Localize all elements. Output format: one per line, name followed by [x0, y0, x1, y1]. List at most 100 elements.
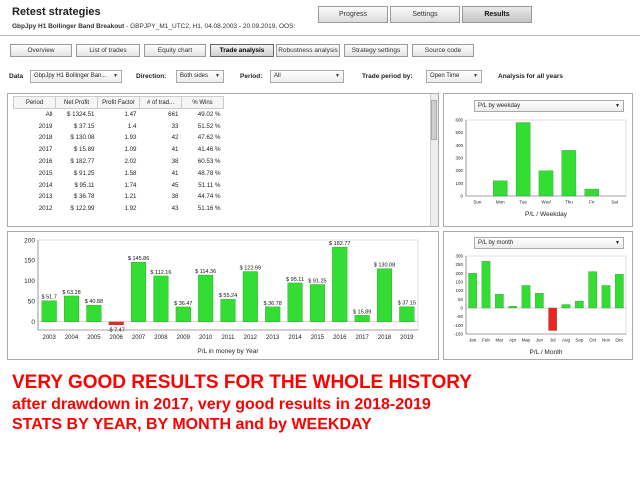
- period-select[interactable]: All ▼: [270, 70, 344, 83]
- table-cell: 2016: [38, 158, 53, 166]
- bar-Dec: [615, 274, 624, 309]
- year-chart-panel: 0 50 100 150 200 2003 $ 51.7 2004 $ 63.28 2005 $ 4…: [7, 231, 439, 360]
- table-row[interactable]: 2018 $ 130.08 1.93 42 47.62 %: [14, 132, 224, 144]
- y-tick-label: 400: [455, 143, 463, 148]
- data-label: $ 51.7: [42, 295, 57, 301]
- data-label: $ 55.24: [219, 293, 237, 299]
- table-cell: $ 122.99: [70, 205, 95, 213]
- x-tick-label: 2014: [288, 335, 302, 341]
- x-tick-label: Jun: [536, 338, 544, 343]
- year-table-panel: Period Net Profit Profit Factor # of tra…: [7, 93, 439, 227]
- period-select-value: All: [274, 73, 281, 79]
- table-cell: 45: [171, 181, 179, 189]
- subtab-trade-analysis[interactable]: Trade analysis: [210, 44, 274, 57]
- data-label: $ 95.11: [286, 277, 304, 283]
- table-cell: 51.16 %: [197, 205, 221, 213]
- x-tick-label: Mon: [496, 200, 505, 205]
- subtab-equity-chart[interactable]: Equity chart: [144, 44, 206, 57]
- subtab-robustness-analysis[interactable]: Robustness analysis: [276, 44, 340, 57]
- column-header[interactable]: Period: [13, 96, 56, 109]
- chevron-down-icon: ▼: [615, 240, 620, 246]
- bar-2008: [153, 275, 169, 322]
- month-chart-select[interactable]: P/L by month ▼: [474, 237, 624, 249]
- data-label: $ 36.47: [174, 301, 192, 307]
- weekday-chart-panel: P/L by weekday ▼ 0 100 200 300 400 500 600 Sun Mo…: [443, 93, 633, 227]
- x-tick-label: 2010: [199, 335, 213, 341]
- data-label: $ 63.28: [62, 290, 80, 296]
- data-label: $ 130.08: [374, 263, 395, 269]
- x-tick-label: 2018: [378, 335, 392, 341]
- data-label: $ 15.89: [353, 309, 371, 315]
- column-header[interactable]: Net Profit: [55, 96, 98, 109]
- table-row[interactable]: 2016 $ 182.77 2.02 38 60.53 %: [14, 156, 224, 168]
- table-cell: $ 130.08: [70, 134, 95, 142]
- year-chart: 0 50 100 150 200 2003 $ 51.7 2004 $ 63.28 2005 $ 4…: [24, 237, 419, 355]
- trade-period-select-value: Open Time: [430, 73, 460, 79]
- subtab-overview[interactable]: Overview: [10, 44, 72, 57]
- table-cell: 41.46 %: [197, 146, 221, 154]
- column-header[interactable]: Profit Factor: [97, 96, 140, 109]
- year-stats-table: Period Net Profit Profit Factor # of tra…: [13, 96, 224, 215]
- table-cell: 41: [171, 146, 179, 154]
- chart-title: P/L in money by Year: [197, 348, 259, 355]
- y-tick-label: 50: [458, 297, 464, 302]
- subtab-strategy-settings[interactable]: Strategy settings: [344, 44, 408, 57]
- table-row[interactable]: 2017 $ 15.89 1.09 41 41.46 %: [14, 144, 224, 156]
- bar-2011: [220, 299, 236, 322]
- table-row[interactable]: 2013 $ 36.78 1.21 38 44.74 %: [14, 191, 224, 203]
- bar-Wed: [538, 170, 554, 197]
- table-cell: 2018: [38, 134, 53, 142]
- note-line-3: STATS BY YEAR, BY MONTH and by WEEKDAY: [12, 416, 372, 433]
- table-cell: 1.47: [124, 111, 137, 119]
- x-tick-label: Jul: [550, 338, 556, 343]
- subtab-list-of-trades[interactable]: List of trades: [76, 44, 140, 57]
- table-cell: $ 182.77: [70, 158, 95, 166]
- subtab-source-code[interactable]: Source code: [412, 44, 474, 57]
- table-row[interactable]: All $ 1324.51 1.47 661 49.02 %: [14, 109, 224, 121]
- x-tick-label: Fri: [589, 200, 594, 205]
- x-tick-label: Mar: [495, 338, 503, 343]
- chevron-down-icon: ▼: [215, 73, 220, 79]
- chart-title: P/L / Weekday: [525, 211, 568, 218]
- table-row[interactable]: 2015 $ 91.25 1.58 41 48.78 %: [14, 167, 224, 179]
- strategy-subtitle: GbpJpy H1 Bollinger Band Breakout - GBPJ…: [12, 23, 295, 30]
- strategy-name: GbpJpy H1 Bollinger Band Breakout: [12, 23, 125, 30]
- table-cell: 1.92: [124, 205, 137, 213]
- table-row[interactable]: 2012 $ 122.99 1.92 43 51.16 %: [14, 203, 224, 215]
- table-row[interactable]: 2014 $ 95.11 1.74 45 51.11 %: [14, 179, 224, 191]
- bar-2007: [131, 261, 147, 322]
- data-label: $ 37.15: [398, 301, 416, 307]
- bar-2009: [175, 306, 191, 322]
- column-header[interactable]: # of trad...: [139, 96, 182, 109]
- table-cell: 44.74 %: [197, 193, 221, 201]
- app-title: Retest strategies: [12, 6, 101, 18]
- bar-Tue: [515, 122, 531, 197]
- table-cell: $ 15.89: [73, 146, 95, 154]
- data-select[interactable]: GbpJpy H1 Bollinger Ban... ▼: [30, 70, 122, 83]
- tab-progress[interactable]: Progress: [318, 6, 388, 23]
- weekday-chart-select[interactable]: P/L by weekday ▼: [474, 100, 624, 112]
- bar-Jun: [535, 293, 544, 309]
- table-cell: 43: [171, 205, 179, 213]
- month-chart: -150 -100 -50 0 50 100 150 200 250 300 Jan Feb Mar Ap…: [454, 254, 627, 356]
- table-row[interactable]: 2019 $ 37.15 1.4 33 51.52 %: [14, 120, 224, 132]
- column-header[interactable]: % Wins: [181, 96, 224, 109]
- chevron-down-icon: ▼: [473, 73, 478, 79]
- table-cell: 1.4: [127, 122, 137, 130]
- x-tick-label: Dec: [615, 338, 624, 343]
- y-tick-label: 150: [24, 258, 35, 265]
- tab-results[interactable]: Results: [462, 6, 532, 23]
- table-scrollbar[interactable]: [430, 94, 438, 226]
- bar-2005: [86, 304, 102, 322]
- scrollbar-thumb[interactable]: [431, 100, 437, 140]
- bar-Thu: [561, 150, 577, 197]
- y-tick-label: -50: [456, 314, 463, 319]
- tab-settings[interactable]: Settings: [390, 6, 460, 23]
- table-cell: $ 36.78: [73, 193, 95, 201]
- bar-2018: [376, 268, 392, 322]
- trade-period-label: Trade period by:: [362, 73, 413, 80]
- y-tick-label: 200: [455, 168, 463, 173]
- trade-period-select[interactable]: Open Time ▼: [426, 70, 482, 83]
- table-header-row: Period Net Profit Profit Factor # of tra…: [13, 96, 224, 109]
- direction-select[interactable]: Both sides ▼: [176, 70, 224, 83]
